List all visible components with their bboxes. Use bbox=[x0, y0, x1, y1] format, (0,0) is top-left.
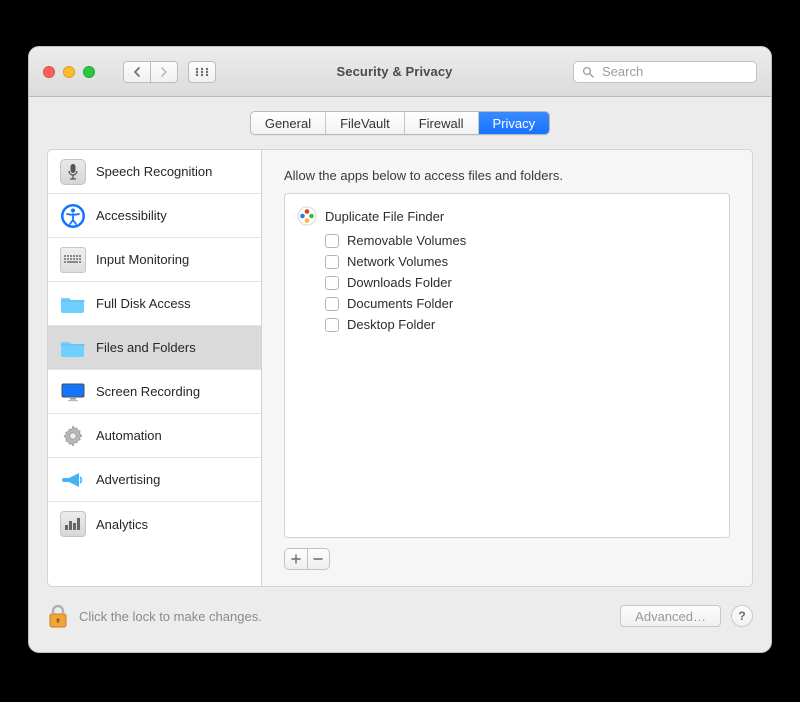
help-button[interactable]: ? bbox=[731, 605, 753, 627]
privacy-sidebar: Speech Recognition Accessibility bbox=[48, 150, 262, 586]
microphone-icon bbox=[60, 159, 86, 185]
tab-privacy[interactable]: Privacy bbox=[479, 112, 550, 134]
sidebar-item-label: Input Monitoring bbox=[96, 252, 189, 267]
grid-icon bbox=[195, 67, 209, 77]
minus-icon bbox=[313, 554, 323, 564]
sidebar-item-screen-recording[interactable]: Screen Recording bbox=[48, 370, 261, 414]
keyboard-icon bbox=[60, 247, 86, 273]
sidebar-item-label: Full Disk Access bbox=[96, 296, 191, 311]
sidebar-item-label: Files and Folders bbox=[96, 340, 196, 355]
sidebar-item-analytics[interactable]: Analytics bbox=[48, 502, 261, 546]
content-heading: Allow the apps below to access files and… bbox=[284, 168, 730, 183]
sidebar-item-files-and-folders[interactable]: Files and Folders bbox=[48, 326, 261, 370]
sidebar-item-input-monitoring[interactable]: Input Monitoring bbox=[48, 238, 261, 282]
minimize-window-button[interactable] bbox=[63, 66, 75, 78]
traffic-lights bbox=[43, 66, 95, 78]
sidebar-item-label: Advertising bbox=[96, 472, 160, 487]
search-icon bbox=[582, 66, 594, 78]
tab-label: Privacy bbox=[493, 116, 536, 131]
sidebar-item-automation[interactable]: Automation bbox=[48, 414, 261, 458]
dff-icon bbox=[297, 206, 317, 226]
help-button-label: ? bbox=[738, 609, 745, 623]
back-button[interactable] bbox=[123, 61, 151, 83]
display-icon bbox=[60, 379, 86, 405]
forward-button[interactable] bbox=[150, 61, 178, 83]
barchart-icon bbox=[60, 511, 86, 537]
close-window-button[interactable] bbox=[43, 66, 55, 78]
chevron-left-icon bbox=[133, 67, 141, 77]
plus-icon bbox=[291, 554, 301, 564]
advanced-button-label: Advanced… bbox=[635, 609, 706, 624]
tab-firewall[interactable]: Firewall bbox=[405, 112, 479, 134]
advanced-button[interactable]: Advanced… bbox=[620, 605, 721, 627]
tab-strip: General FileVault Firewall Privacy bbox=[29, 97, 771, 145]
show-all-button[interactable] bbox=[188, 61, 216, 83]
permission-label: Desktop Folder bbox=[347, 317, 435, 332]
preferences-window: Security & Privacy General FileVault Fir… bbox=[28, 46, 772, 653]
sidebar-item-label: Accessibility bbox=[96, 208, 167, 223]
lock-text: Click the lock to make changes. bbox=[79, 609, 610, 624]
add-button[interactable] bbox=[285, 549, 307, 569]
checkbox[interactable] bbox=[325, 276, 339, 290]
megaphone-icon bbox=[60, 467, 86, 493]
zoom-window-button[interactable] bbox=[83, 66, 95, 78]
sidebar-item-label: Analytics bbox=[96, 517, 148, 532]
sidebar-item-advertising[interactable]: Advertising bbox=[48, 458, 261, 502]
sidebar-item-full-disk-access[interactable]: Full Disk Access bbox=[48, 282, 261, 326]
checkbox[interactable] bbox=[325, 234, 339, 248]
permission-label: Removable Volumes bbox=[347, 233, 466, 248]
checkbox[interactable] bbox=[325, 318, 339, 332]
tab-general[interactable]: General bbox=[251, 112, 326, 134]
sidebar-item-accessibility[interactable]: Accessibility bbox=[48, 194, 261, 238]
permission-label: Documents Folder bbox=[347, 296, 453, 311]
tab-label: Firewall bbox=[419, 116, 464, 131]
sidebar-item-label: Automation bbox=[96, 428, 162, 443]
accessibility-icon bbox=[60, 203, 86, 229]
segmented-tabs: General FileVault Firewall Privacy bbox=[250, 111, 550, 135]
tab-filevault[interactable]: FileVault bbox=[326, 112, 405, 134]
sidebar-item-speech-recognition[interactable]: Speech Recognition bbox=[48, 150, 261, 194]
nav-back-forward bbox=[123, 61, 178, 83]
permission-row[interactable]: Desktop Folder bbox=[285, 314, 729, 335]
app-name: Duplicate File Finder bbox=[325, 209, 444, 224]
search-input[interactable] bbox=[600, 63, 748, 80]
privacy-panel: Speech Recognition Accessibility bbox=[47, 149, 753, 587]
footer: Click the lock to make changes. Advanced… bbox=[29, 587, 771, 629]
permission-row[interactable]: Network Volumes bbox=[285, 251, 729, 272]
search-field[interactable] bbox=[573, 61, 757, 83]
chevron-right-icon bbox=[160, 67, 168, 77]
sidebar-item-label: Speech Recognition bbox=[96, 164, 212, 179]
folder-icon bbox=[60, 291, 86, 317]
permission-row[interactable]: Documents Folder bbox=[285, 293, 729, 314]
permission-label: Downloads Folder bbox=[347, 275, 452, 290]
window-title: Security & Privacy bbox=[226, 64, 563, 79]
app-row[interactable]: Duplicate File Finder bbox=[285, 202, 729, 230]
privacy-content: Allow the apps below to access files and… bbox=[262, 150, 752, 586]
tab-label: General bbox=[265, 116, 311, 131]
permission-row[interactable]: Downloads Folder bbox=[285, 272, 729, 293]
folder-open-icon bbox=[60, 335, 86, 361]
toolbar: Security & Privacy bbox=[29, 47, 771, 97]
checkbox[interactable] bbox=[325, 255, 339, 269]
gear-icon bbox=[60, 423, 86, 449]
add-remove-control bbox=[284, 548, 330, 570]
app-list[interactable]: Duplicate File Finder Removable Volumes … bbox=[284, 193, 730, 538]
remove-button[interactable] bbox=[307, 549, 330, 569]
permission-row[interactable]: Removable Volumes bbox=[285, 230, 729, 251]
permission-label: Network Volumes bbox=[347, 254, 448, 269]
lock-icon[interactable] bbox=[47, 603, 69, 629]
sidebar-item-label: Screen Recording bbox=[96, 384, 200, 399]
tab-label: FileVault bbox=[340, 116, 390, 131]
checkbox[interactable] bbox=[325, 297, 339, 311]
